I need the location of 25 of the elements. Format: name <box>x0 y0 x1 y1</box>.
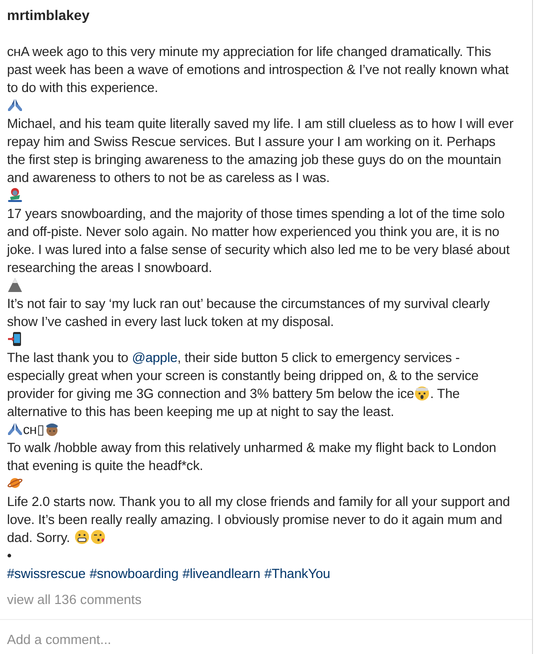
planet-icon <box>7 475 23 491</box>
police-officer-icon <box>44 421 60 437</box>
shocked-face-icon <box>414 385 430 401</box>
caption-text: Michael, and his team quite literally saved my life. I am still clueless as to how I will ever repay him and Swiss Rescue services. But I assure your I am working on it. Perhaps the first step is bringing awareness to the amazing job these guys do on the mountain and awareness to others to not be as careless as I was. <box>7 115 514 187</box>
username[interactable]: mrtimblakey <box>7 6 90 24</box>
mention-link[interactable]: @apple <box>132 350 178 365</box>
hashtag-link[interactable]: #snowboarding <box>90 566 178 581</box>
caption-text: • <box>7 547 12 565</box>
grimacing-face-icon <box>74 529 90 545</box>
hashtag-link[interactable]: #swissrescue <box>7 566 86 581</box>
hashtag-link[interactable]: #liveandlearn <box>182 566 260 581</box>
caption-text: ᴄʜA week ago to this very minute my appreciation for life changed dramatically. This past week has been a wave of emotions and introspection & I’ve not really known what to do with this experience. <box>7 43 510 97</box>
caption-text: Life 2.0 starts now. Thank you to all my close friends and family for all your support and love. It’s been really really amazing. I obviously promise never to do it again mum and dad. Sorry. <box>7 493 511 547</box>
mountain-icon <box>7 277 23 293</box>
snowboarder-icon <box>7 187 23 203</box>
praying-hands-icon <box>7 421 23 437</box>
kissing-face-icon <box>90 529 106 545</box>
hashtag-link[interactable]: #ThankYou <box>264 566 330 581</box>
caption-text: The last thank you to @apple, their side button 5 click to emergency services - especially great when your screen is constantly being dripped on, & to the service provider for giving me 3G connection and 3% battery 5m below the ice . The alternative to this has been keeping me up at night to say the least. <box>7 349 480 421</box>
caption-text: It’s not fair to say ‘my luck ran out’ because the circumstances of my survival clearly show I’ve cashed in every last luck token at my disposal. <box>7 295 491 331</box>
caption-text: To walk /hobble away from this relatively unharmed & make my flight back to London that evening is quite the headf*ck. <box>7 439 498 475</box>
praying-hands-icon <box>7 97 23 113</box>
caption-text: ᴄʜ▯ <box>7 421 60 439</box>
caption-text: 17 years snowboarding, and the majority of those times spending a lot of the time solo and off-piste. Never solo again. No matter how experienced you think you are, it is no joke. I was lured into a false sense of security which also led me to be very blasé about researching the areas I snowboard. <box>7 205 511 277</box>
phone-arrow-icon <box>7 331 23 347</box>
